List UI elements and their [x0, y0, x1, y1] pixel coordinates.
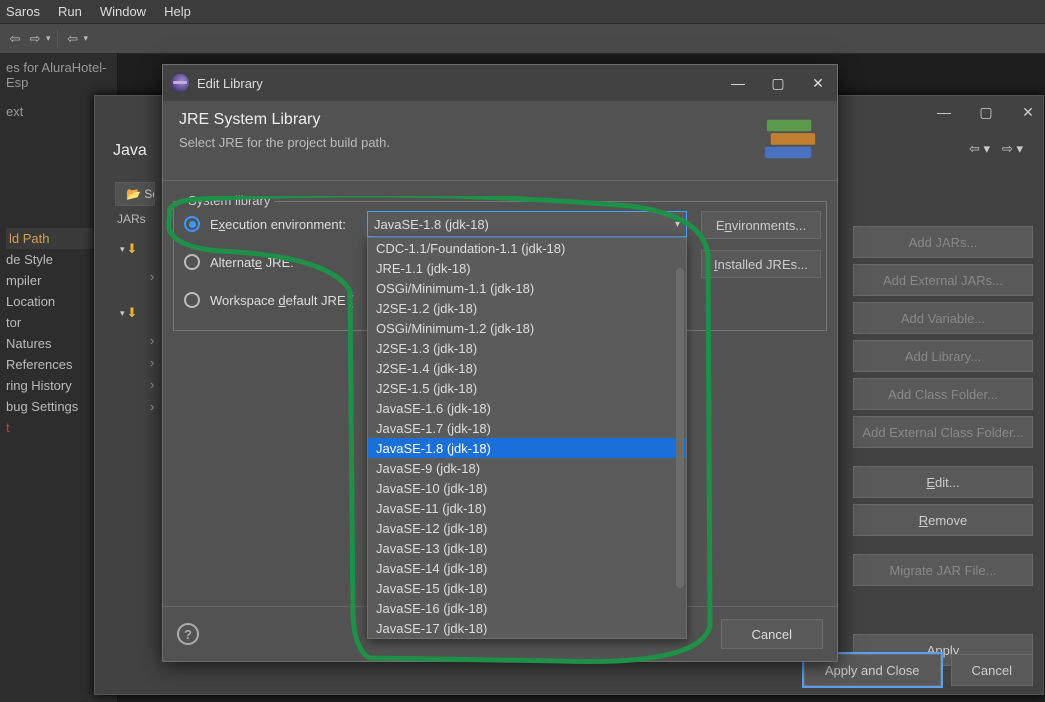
add-external-class-folder-button[interactable]: Add External Class Folder... — [853, 416, 1033, 448]
dropdown-option[interactable]: JavaSE-1.6 (jdk-18) — [368, 398, 686, 418]
dropdown-option[interactable]: JavaSE-11 (jdk-18) — [368, 498, 686, 518]
dropdown-option[interactable]: JavaSE-10 (jdk-18) — [368, 478, 686, 498]
edit-button[interactable]: Edit... — [853, 466, 1033, 498]
nav-back-icon[interactable]: ⇦ — [6, 31, 24, 47]
dialog-title: Edit Library — [197, 76, 263, 91]
add-library-button[interactable]: Add Library... — [853, 340, 1033, 372]
eclipse-icon — [171, 74, 189, 92]
dropdown-option[interactable]: OSGi/Minimum-1.2 (jdk-18) — [368, 318, 686, 338]
books-icon — [763, 111, 821, 165]
radio-workspace-default-label: Workspace default JRE ( — [210, 293, 380, 308]
radio-execution-env[interactable] — [184, 216, 200, 232]
add-external-jars-button[interactable]: Add External JARs... — [853, 264, 1033, 296]
dropdown-option[interactable]: J2SE-1.2 (jdk-18) — [368, 298, 686, 318]
jars-label: JARs — [117, 212, 146, 226]
fwd-arrow-icon[interactable]: ⇨ ▾ — [1002, 141, 1023, 157]
dropdown-option[interactable]: JavaSE-15 (jdk-18) — [368, 578, 686, 598]
dropdown-option[interactable]: JavaSE-12 (jdk-18) — [368, 518, 686, 538]
dropdown-option[interactable]: J2SE-1.4 (jdk-18) — [368, 358, 686, 378]
add-variable-button[interactable]: Add Variable... — [853, 302, 1033, 334]
dialog-description: Select JRE for the project build path. — [179, 135, 821, 150]
nav-fwd-icon[interactable]: ⇨ — [26, 31, 44, 47]
menu-help[interactable]: Help — [164, 4, 191, 19]
dialog-min-icon[interactable]: ― — [727, 75, 749, 92]
chevron-down-icon: ▾ — [675, 219, 680, 230]
remove-button[interactable]: Remove — [853, 504, 1033, 536]
environments-button[interactable]: Environments... — [701, 211, 821, 239]
execution-env-combo[interactable]: JavaSE-1.8 (jdk-18) ▾ — [367, 211, 687, 237]
nav-dropdown2-icon[interactable]: ▾ — [84, 33, 89, 44]
add-class-folder-button[interactable]: Add Class Folder... — [853, 378, 1033, 410]
nav-back2-icon[interactable]: ⇦ — [64, 31, 82, 47]
menubar[interactable]: Saros Run Window Help — [0, 0, 1045, 24]
dialog-max-icon[interactable]: ▢ — [767, 75, 789, 92]
nav-dropdown-icon[interactable]: ▾ — [46, 33, 51, 44]
dropdown-option[interactable]: CDC-1.1/Foundation-1.1 (jdk-18) — [368, 238, 686, 258]
radio-alternate-jre[interactable] — [184, 254, 200, 270]
libraries-tree[interactable]: ▾⬇ › ▾⬇ › › › › — [120, 236, 154, 414]
installed-jres-button[interactable]: Installed JREs... — [701, 250, 821, 278]
java-build-heading: Java — [113, 142, 147, 160]
combo-value: JavaSE-1.8 (jdk-18) — [374, 217, 489, 232]
fieldset-legend: System library — [184, 193, 274, 208]
dialog-heading: JRE System Library — [179, 111, 821, 129]
dropdown-option[interactable]: JavaSE-14 (jdk-18) — [368, 558, 686, 578]
dropdown-option[interactable]: JavaSE-16 (jdk-18) — [368, 598, 686, 618]
back-arrow-icon[interactable]: ⇦ ▾ — [969, 141, 990, 157]
source-tab[interactable]: 📂 Sc — [115, 182, 155, 206]
cancel-button[interactable]: Cancel — [951, 654, 1033, 686]
dialog-cancel-button[interactable]: Cancel — [721, 619, 823, 649]
library-buttons: Add JARs... Add External JARs... Add Var… — [853, 226, 1033, 666]
dropdown-option[interactable]: JavaSE-17 (jdk-18) — [368, 618, 686, 638]
dropdown-option[interactable]: JavaSE-13 (jdk-18) — [368, 538, 686, 558]
toolbar-separator — [57, 30, 58, 48]
dropdown-option[interactable]: JavaSE-9 (jdk-18) — [368, 458, 686, 478]
edit-library-dialog: Edit Library ― ▢ ✕ JRE System Library Se… — [162, 64, 838, 662]
execution-env-dropdown[interactable]: CDC-1.1/Foundation-1.1 (jdk-18)JRE-1.1 (… — [367, 237, 687, 639]
dialog-header: JRE System Library Select JRE for the pr… — [163, 101, 837, 181]
radio-alternate-jre-label: Alternate JRE: — [210, 255, 380, 270]
add-jars-button[interactable]: Add JARs... — [853, 226, 1033, 258]
dropdown-option[interactable]: JRE-1.1 (jdk-18) — [368, 258, 686, 278]
bg-close-icon[interactable]: ✕ — [1019, 104, 1037, 121]
dialog-titlebar[interactable]: Edit Library ― ▢ ✕ — [163, 65, 837, 101]
dialog-close-icon[interactable]: ✕ — [807, 75, 829, 92]
dropdown-option[interactable]: JavaSE-1.8 (jdk-18) — [368, 438, 686, 458]
help-icon[interactable]: ? — [177, 623, 199, 645]
menu-run[interactable]: Run — [58, 4, 82, 19]
bg-max-icon[interactable]: ▢ — [977, 104, 995, 121]
menu-window[interactable]: Window — [100, 4, 146, 19]
dropdown-option[interactable]: J2SE-1.3 (jdk-18) — [368, 338, 686, 358]
nav-toolbar: ⇦ ⇨ ▾ ⇦ ▾ — [0, 24, 1045, 54]
radio-workspace-default[interactable] — [184, 292, 200, 308]
dialog-body: System library Execution environment: Al… — [163, 181, 837, 626]
dropdown-option[interactable]: JavaSE-1.7 (jdk-18) — [368, 418, 686, 438]
menu-saros[interactable]: Saros — [6, 4, 40, 19]
migrate-jar-button[interactable]: Migrate JAR File... — [853, 554, 1033, 586]
panel-header: es for AluraHotel-Esp — [6, 60, 111, 90]
scrollbar-thumb[interactable] — [676, 268, 684, 588]
bg-min-icon[interactable]: ― — [935, 104, 953, 120]
dropdown-option[interactable]: J2SE-1.5 (jdk-18) — [368, 378, 686, 398]
dropdown-option[interactable]: OSGi/Minimum-1.1 (jdk-18) — [368, 278, 686, 298]
radio-execution-env-label: Execution environment: — [210, 217, 380, 232]
